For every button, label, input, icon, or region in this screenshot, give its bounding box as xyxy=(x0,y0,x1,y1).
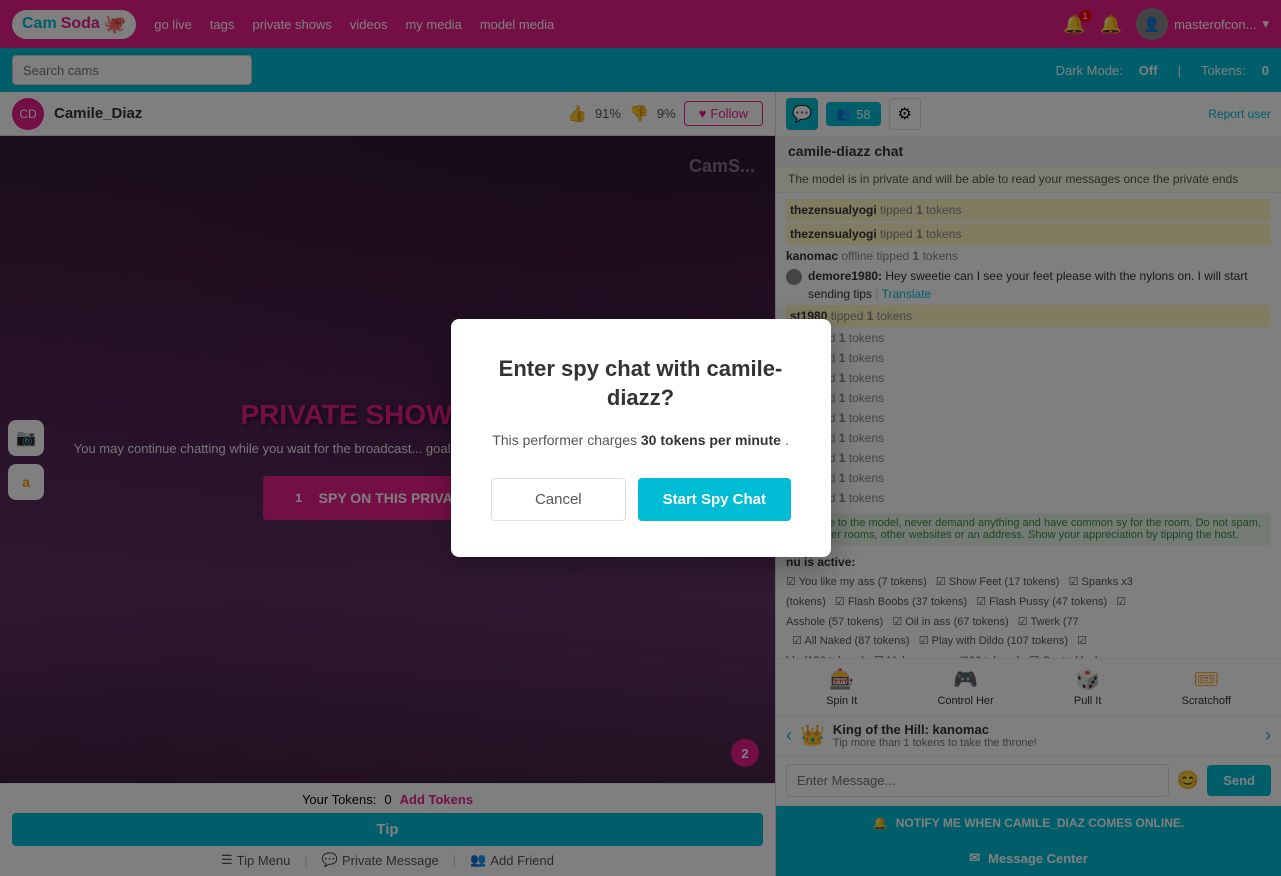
spy-chat-modal: Enter spy chat with camile-diazz? This p… xyxy=(451,319,831,557)
modal-title: Enter spy chat with camile-diazz? xyxy=(491,355,791,412)
modal-description: This performer charges 30 tokens per min… xyxy=(491,432,791,448)
start-spy-chat-button[interactable]: Start Spy Chat xyxy=(638,478,790,521)
cancel-button[interactable]: Cancel xyxy=(491,478,627,521)
modal-overlay: Enter spy chat with camile-diazz? This p… xyxy=(0,0,1281,876)
modal-buttons: Cancel Start Spy Chat xyxy=(491,478,791,521)
modal-amount: 30 tokens per minute xyxy=(641,432,781,448)
